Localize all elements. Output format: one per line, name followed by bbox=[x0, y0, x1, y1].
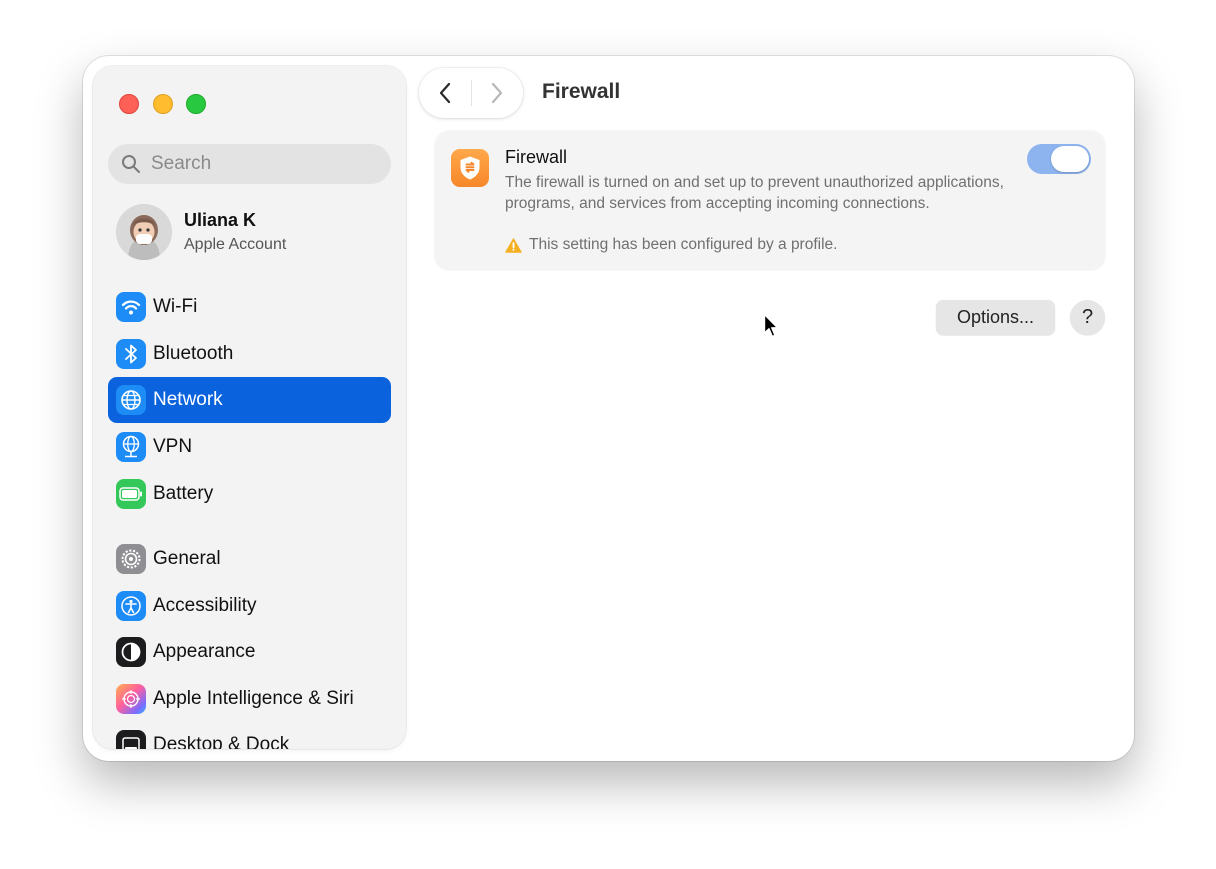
siri-icon bbox=[116, 684, 146, 714]
options-button[interactable]: Options... bbox=[936, 300, 1055, 335]
sidebar: Uliana K Apple Account Wi-Fi Bluetooth bbox=[93, 66, 406, 749]
sidebar-item-desktop-dock[interactable]: Desktop & Dock bbox=[108, 722, 391, 749]
sidebar-item-accessibility[interactable]: Accessibility bbox=[108, 583, 391, 629]
search-input[interactable] bbox=[149, 152, 373, 176]
vpn-globe-icon bbox=[116, 432, 146, 462]
sidebar-item-bluetooth[interactable]: Bluetooth bbox=[108, 331, 391, 377]
sidebar-item-label: General bbox=[153, 548, 221, 569]
sidebar-item-label: Battery bbox=[153, 483, 214, 504]
sidebar-item-label: Accessibility bbox=[153, 595, 257, 616]
sidebar-item-general[interactable]: General bbox=[108, 536, 391, 582]
gear-icon bbox=[116, 544, 146, 574]
chevron-left-icon bbox=[439, 82, 451, 104]
sidebar-item-wifi[interactable]: Wi-Fi bbox=[108, 284, 391, 330]
dock-icon bbox=[116, 730, 146, 749]
forward-button[interactable] bbox=[471, 68, 523, 118]
chevron-right-icon bbox=[491, 82, 503, 104]
sidebar-item-vpn[interactable]: VPN bbox=[108, 424, 391, 470]
apple-account-row[interactable]: Uliana K Apple Account bbox=[116, 204, 386, 262]
firewall-title: Firewall bbox=[505, 147, 568, 167]
bluetooth-icon bbox=[116, 339, 146, 369]
accessibility-icon bbox=[116, 591, 146, 621]
zoom-window-button[interactable] bbox=[186, 94, 206, 114]
search-icon bbox=[122, 155, 140, 173]
warning-icon bbox=[505, 237, 522, 253]
battery-icon bbox=[116, 479, 146, 509]
settings-window: Uliana K Apple Account Wi-Fi Bluetooth bbox=[83, 56, 1134, 761]
firewall-description: The firewall is turned on and set up to … bbox=[505, 174, 1004, 212]
sidebar-item-label: Desktop & Dock bbox=[153, 734, 290, 749]
firewall-card: Firewall The firewall is turned on and s… bbox=[435, 131, 1105, 270]
firewall-toggle[interactable] bbox=[1027, 144, 1091, 174]
sidebar-item-appearance[interactable]: Appearance bbox=[108, 629, 391, 675]
sidebar-item-network[interactable]: Network bbox=[108, 377, 391, 423]
page-title: Firewall bbox=[542, 80, 621, 103]
appearance-icon bbox=[116, 637, 146, 667]
profile-note-text: This setting has been configured by a pr… bbox=[529, 236, 838, 253]
sidebar-item-label: Network bbox=[153, 389, 223, 410]
sidebar-item-label: VPN bbox=[153, 436, 193, 457]
mouse-cursor-icon bbox=[763, 313, 779, 338]
avatar bbox=[116, 204, 172, 260]
wifi-icon bbox=[116, 292, 146, 322]
navigation-buttons bbox=[419, 68, 523, 118]
minimize-window-button[interactable] bbox=[153, 94, 173, 114]
sidebar-item-label: Wi-Fi bbox=[153, 296, 198, 317]
account-name: Uliana K bbox=[184, 210, 257, 230]
globe-icon bbox=[116, 385, 146, 415]
sidebar-item-battery[interactable]: Battery bbox=[108, 471, 391, 517]
help-button[interactable]: ? bbox=[1070, 300, 1105, 335]
toggle-knob bbox=[1051, 146, 1089, 172]
firewall-shield-icon bbox=[451, 149, 489, 187]
profile-note: This setting has been configured by a pr… bbox=[505, 236, 837, 254]
sidebar-item-label: Bluetooth bbox=[153, 343, 234, 364]
account-subtitle: Apple Account bbox=[184, 236, 287, 253]
close-window-button[interactable] bbox=[119, 94, 139, 114]
sidebar-item-label: Apple Intelligence & Siri bbox=[153, 688, 354, 709]
back-button[interactable] bbox=[419, 68, 471, 118]
search-field[interactable] bbox=[108, 144, 391, 184]
sidebar-item-apple-intelligence-siri[interactable]: Apple Intelligence & Siri bbox=[108, 676, 391, 722]
sidebar-item-label: Appearance bbox=[153, 641, 256, 662]
